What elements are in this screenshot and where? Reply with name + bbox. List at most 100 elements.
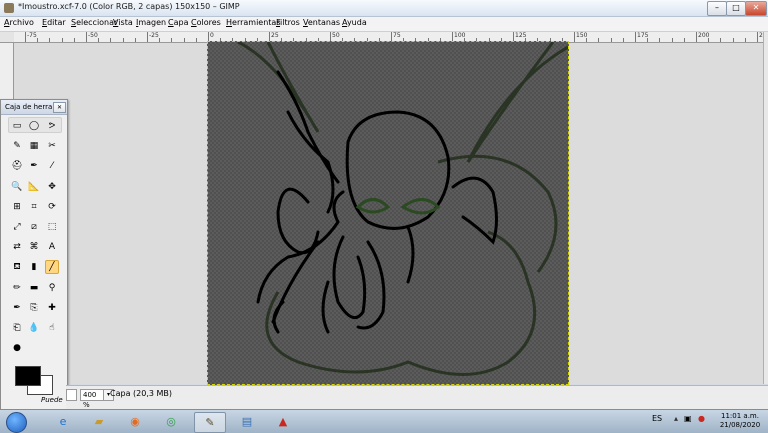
network-icon[interactable]: ▣ xyxy=(684,414,692,423)
toolbox-titlebar[interactable]: Caja de herra... ✕ xyxy=(1,100,67,115)
ruler-tick-label: -50 xyxy=(88,32,98,39)
ruler-minor-tick xyxy=(171,38,173,42)
dodge-burn-icon[interactable]: ● xyxy=(10,341,24,355)
flip-icon[interactable]: ⇄ xyxy=(10,240,24,254)
ruler-minor-tick xyxy=(598,38,600,42)
ruler-minor-tick xyxy=(683,38,685,42)
clock-time: 11:01 a.m. xyxy=(721,412,759,420)
pencil-icon[interactable]: ✏ xyxy=(10,281,24,295)
crop-icon[interactable]: ⌗ xyxy=(27,200,41,214)
airbrush-icon[interactable]: ⚲ xyxy=(45,281,59,295)
vertical-scrollbar[interactable] xyxy=(763,32,768,384)
perspective-clone-icon[interactable]: ⎗ xyxy=(10,321,24,335)
ruler-minor-tick xyxy=(134,38,136,42)
ruler-minor-tick xyxy=(122,38,124,42)
ruler-tick xyxy=(696,32,697,42)
notification-icon[interactable]: ● xyxy=(698,414,705,423)
ruler-tick xyxy=(25,32,26,42)
toolbox-close-button[interactable]: ✕ xyxy=(53,102,66,113)
foreground-select-icon[interactable]: ⛑ xyxy=(10,159,24,173)
bucket-fill-icon[interactable]: ⛾ xyxy=(10,260,24,274)
scale-icon[interactable]: ⤢ xyxy=(10,220,24,234)
zoom-icon[interactable]: 🔍 xyxy=(10,180,24,194)
title-bar: *Imoustro.xcf-7.0 (Color RGB, 2 capas) 1… xyxy=(0,0,768,17)
ruler-minor-tick xyxy=(110,38,112,42)
ruler-tick-label: 50 xyxy=(332,32,340,39)
layer-info: Capa (20,3 MB) xyxy=(110,389,172,398)
explorer-icon[interactable]: ▰ xyxy=(84,412,114,431)
start-button[interactable] xyxy=(6,412,27,433)
ruler-minor-tick xyxy=(622,38,624,42)
close-button[interactable]: ✕ xyxy=(745,1,767,16)
acrobat-icon[interactable]: ▲ xyxy=(268,412,298,431)
taskbar: e ▰ ◉ ◎ ✎ ▤ ▲ ES ▴ ▣ ● 11:01 a.m. 21/08/… xyxy=(0,409,768,433)
menu-editar[interactable]: Editar xyxy=(42,18,66,27)
shear-icon[interactable]: ⧄ xyxy=(27,220,41,234)
maximize-button[interactable]: □ xyxy=(726,1,746,16)
color-select-icon[interactable]: ▦ xyxy=(27,139,41,153)
menu-archivo[interactable]: Archivo xyxy=(4,18,34,27)
text-icon[interactable]: A xyxy=(45,240,59,254)
measure-icon[interactable]: 📐 xyxy=(27,180,41,194)
foreground-color-swatch[interactable] xyxy=(15,366,41,386)
menu-ayuda[interactable]: Ayuda xyxy=(342,18,367,27)
ruler-minor-tick xyxy=(732,38,734,42)
rect-select-icon[interactable]: ▭ xyxy=(10,119,24,133)
menu-seleccionar[interactable]: Seleccionar xyxy=(71,18,117,27)
image-canvas[interactable] xyxy=(207,41,569,385)
ruler-corner[interactable] xyxy=(0,32,15,43)
minimize-button[interactable]: – xyxy=(707,1,727,16)
ruler-minor-tick xyxy=(61,38,63,42)
ruler-minor-tick xyxy=(159,38,161,42)
gimp-app-icon xyxy=(4,3,14,13)
language-indicator[interactable]: ES xyxy=(652,414,662,423)
gimp-icon[interactable]: ✎ xyxy=(194,412,226,433)
cage-icon[interactable]: ⌘ xyxy=(27,240,41,254)
menu-capa[interactable]: Capa xyxy=(168,18,188,27)
menu-ventanas[interactable]: Ventanas xyxy=(303,18,340,27)
toolbox-title: Caja de herra... xyxy=(5,103,59,111)
toolbox-options-label: Puede xyxy=(41,396,63,404)
ellipse-select-icon[interactable]: ◯ xyxy=(27,119,41,133)
menu-herramientas[interactable]: Herramientas xyxy=(226,18,281,27)
move-icon[interactable]: ✥ xyxy=(45,180,59,194)
menu-colores[interactable]: Colores xyxy=(191,18,221,27)
chrome-icon[interactable]: ◎ xyxy=(156,412,186,431)
system-clock[interactable]: 11:01 a.m. 21/08/2020 xyxy=(718,412,762,430)
free-select-icon[interactable]: ᕗ xyxy=(45,119,59,133)
ruler-tick xyxy=(757,32,758,42)
paths-icon[interactable]: ✒ xyxy=(27,159,41,173)
color-picker-icon[interactable]: ⁄ xyxy=(45,159,59,173)
clock-date: 21/08/2020 xyxy=(719,421,761,429)
menu-filtros[interactable]: Filtros xyxy=(276,18,300,27)
ruler-tick xyxy=(147,32,148,42)
ruler-tick-label: 25 xyxy=(271,32,279,39)
align-icon[interactable]: ⊞ xyxy=(10,200,24,214)
ie-icon[interactable]: e xyxy=(48,412,78,431)
ink-icon[interactable]: ✒ xyxy=(10,301,24,315)
blur-icon[interactable]: 💧 xyxy=(27,321,41,335)
ruler-minor-tick xyxy=(659,38,661,42)
ruler-tick-label: -75 xyxy=(27,32,37,39)
ruler-tick xyxy=(86,32,87,42)
toolbox-window: Caja de herra... ✕ ▭ ◯ ᕗ ✎ ▦ ✂ ⛑ ✒ ⁄ 🔍 📐 ✥ ⊞ ⌗ ⟳ ⤢ ⧄ ⬚ ⇄ ⌘ A… xyxy=(0,99,68,410)
window-title: *Imoustro.xcf-7.0 (Color RGB, 2 capas) 1… xyxy=(18,2,240,11)
perspective-icon[interactable]: ⬚ xyxy=(45,220,59,234)
smudge-icon[interactable]: ☝ xyxy=(45,321,59,335)
scissors-icon[interactable]: ✂ xyxy=(45,139,59,153)
firefox-icon[interactable]: ◉ xyxy=(120,412,150,431)
clone-icon[interactable]: ⎘ xyxy=(27,301,41,315)
eraser-icon[interactable]: ▬ xyxy=(27,281,41,295)
paint-icon[interactable]: ▤ xyxy=(232,412,262,431)
tray-arrow-icon[interactable]: ▴ xyxy=(674,414,678,423)
ruler-tick-label: 75 xyxy=(393,32,401,39)
heal-icon[interactable]: ✚ xyxy=(45,301,59,315)
blend-icon[interactable]: ▮ xyxy=(27,260,41,274)
ruler-minor-tick xyxy=(671,38,673,42)
pointer-info[interactable] xyxy=(66,389,77,401)
menu-imagen[interactable]: Imagen xyxy=(136,18,166,27)
fuzzy-select-icon[interactable]: ✎ xyxy=(10,139,24,153)
paintbrush-icon[interactable]: ╱ xyxy=(45,260,59,274)
menu-vista[interactable]: Vista xyxy=(113,18,133,27)
rotate-icon[interactable]: ⟳ xyxy=(45,200,59,214)
